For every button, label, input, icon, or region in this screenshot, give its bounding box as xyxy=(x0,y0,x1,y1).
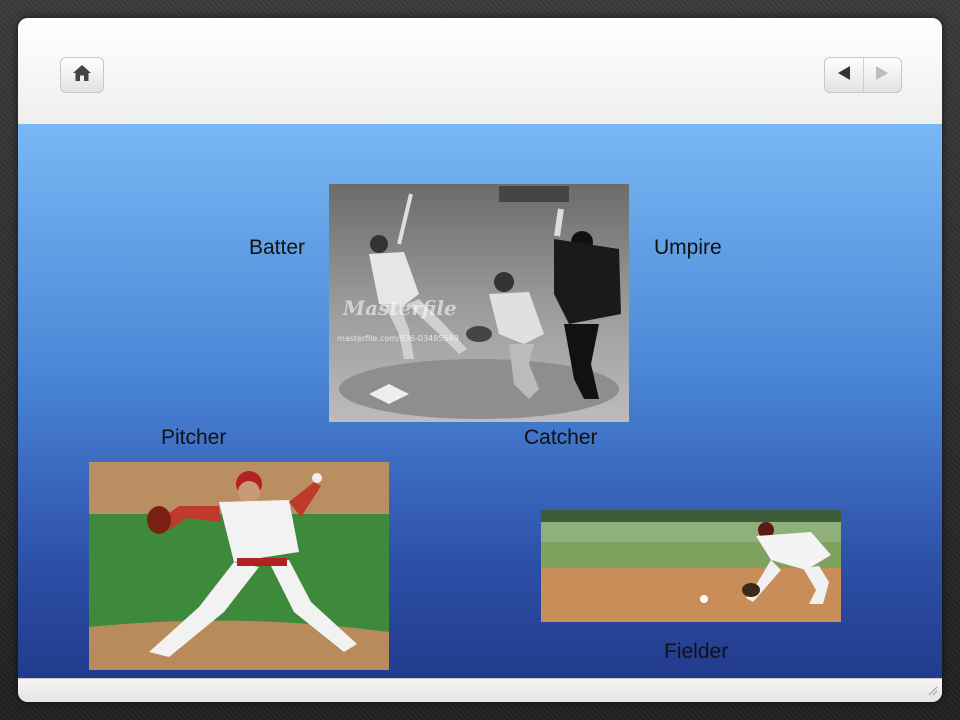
triangle-left-icon xyxy=(837,65,851,85)
toolbar xyxy=(18,18,942,125)
label-fielder: Fielder xyxy=(664,640,729,663)
photo-home-plate: Masterfile masterfile.com/836-03485549 xyxy=(329,184,629,422)
presentation-window: Masterfile masterfile.com/836-03485549 B… xyxy=(18,18,942,702)
next-button[interactable] xyxy=(862,58,902,92)
resize-grip-icon[interactable] xyxy=(926,681,938,700)
home-button[interactable] xyxy=(60,57,104,93)
home-icon xyxy=(72,64,92,86)
watermark-url: masterfile.com/836-03485549 xyxy=(337,334,459,343)
label-catcher: Catcher xyxy=(524,426,598,449)
label-pitcher: Pitcher xyxy=(161,426,227,449)
slide-navigation xyxy=(824,57,902,93)
watermark-brand: Masterfile xyxy=(343,296,457,320)
status-bar xyxy=(18,678,942,702)
triangle-right-icon xyxy=(875,65,889,85)
photo-pitcher xyxy=(89,462,389,670)
label-umpire: Umpire xyxy=(654,236,722,259)
label-batter: Batter xyxy=(249,236,306,259)
previous-button[interactable] xyxy=(825,58,863,92)
photo-fielder xyxy=(541,510,841,622)
slide-content: Masterfile masterfile.com/836-03485549 B… xyxy=(18,124,942,678)
